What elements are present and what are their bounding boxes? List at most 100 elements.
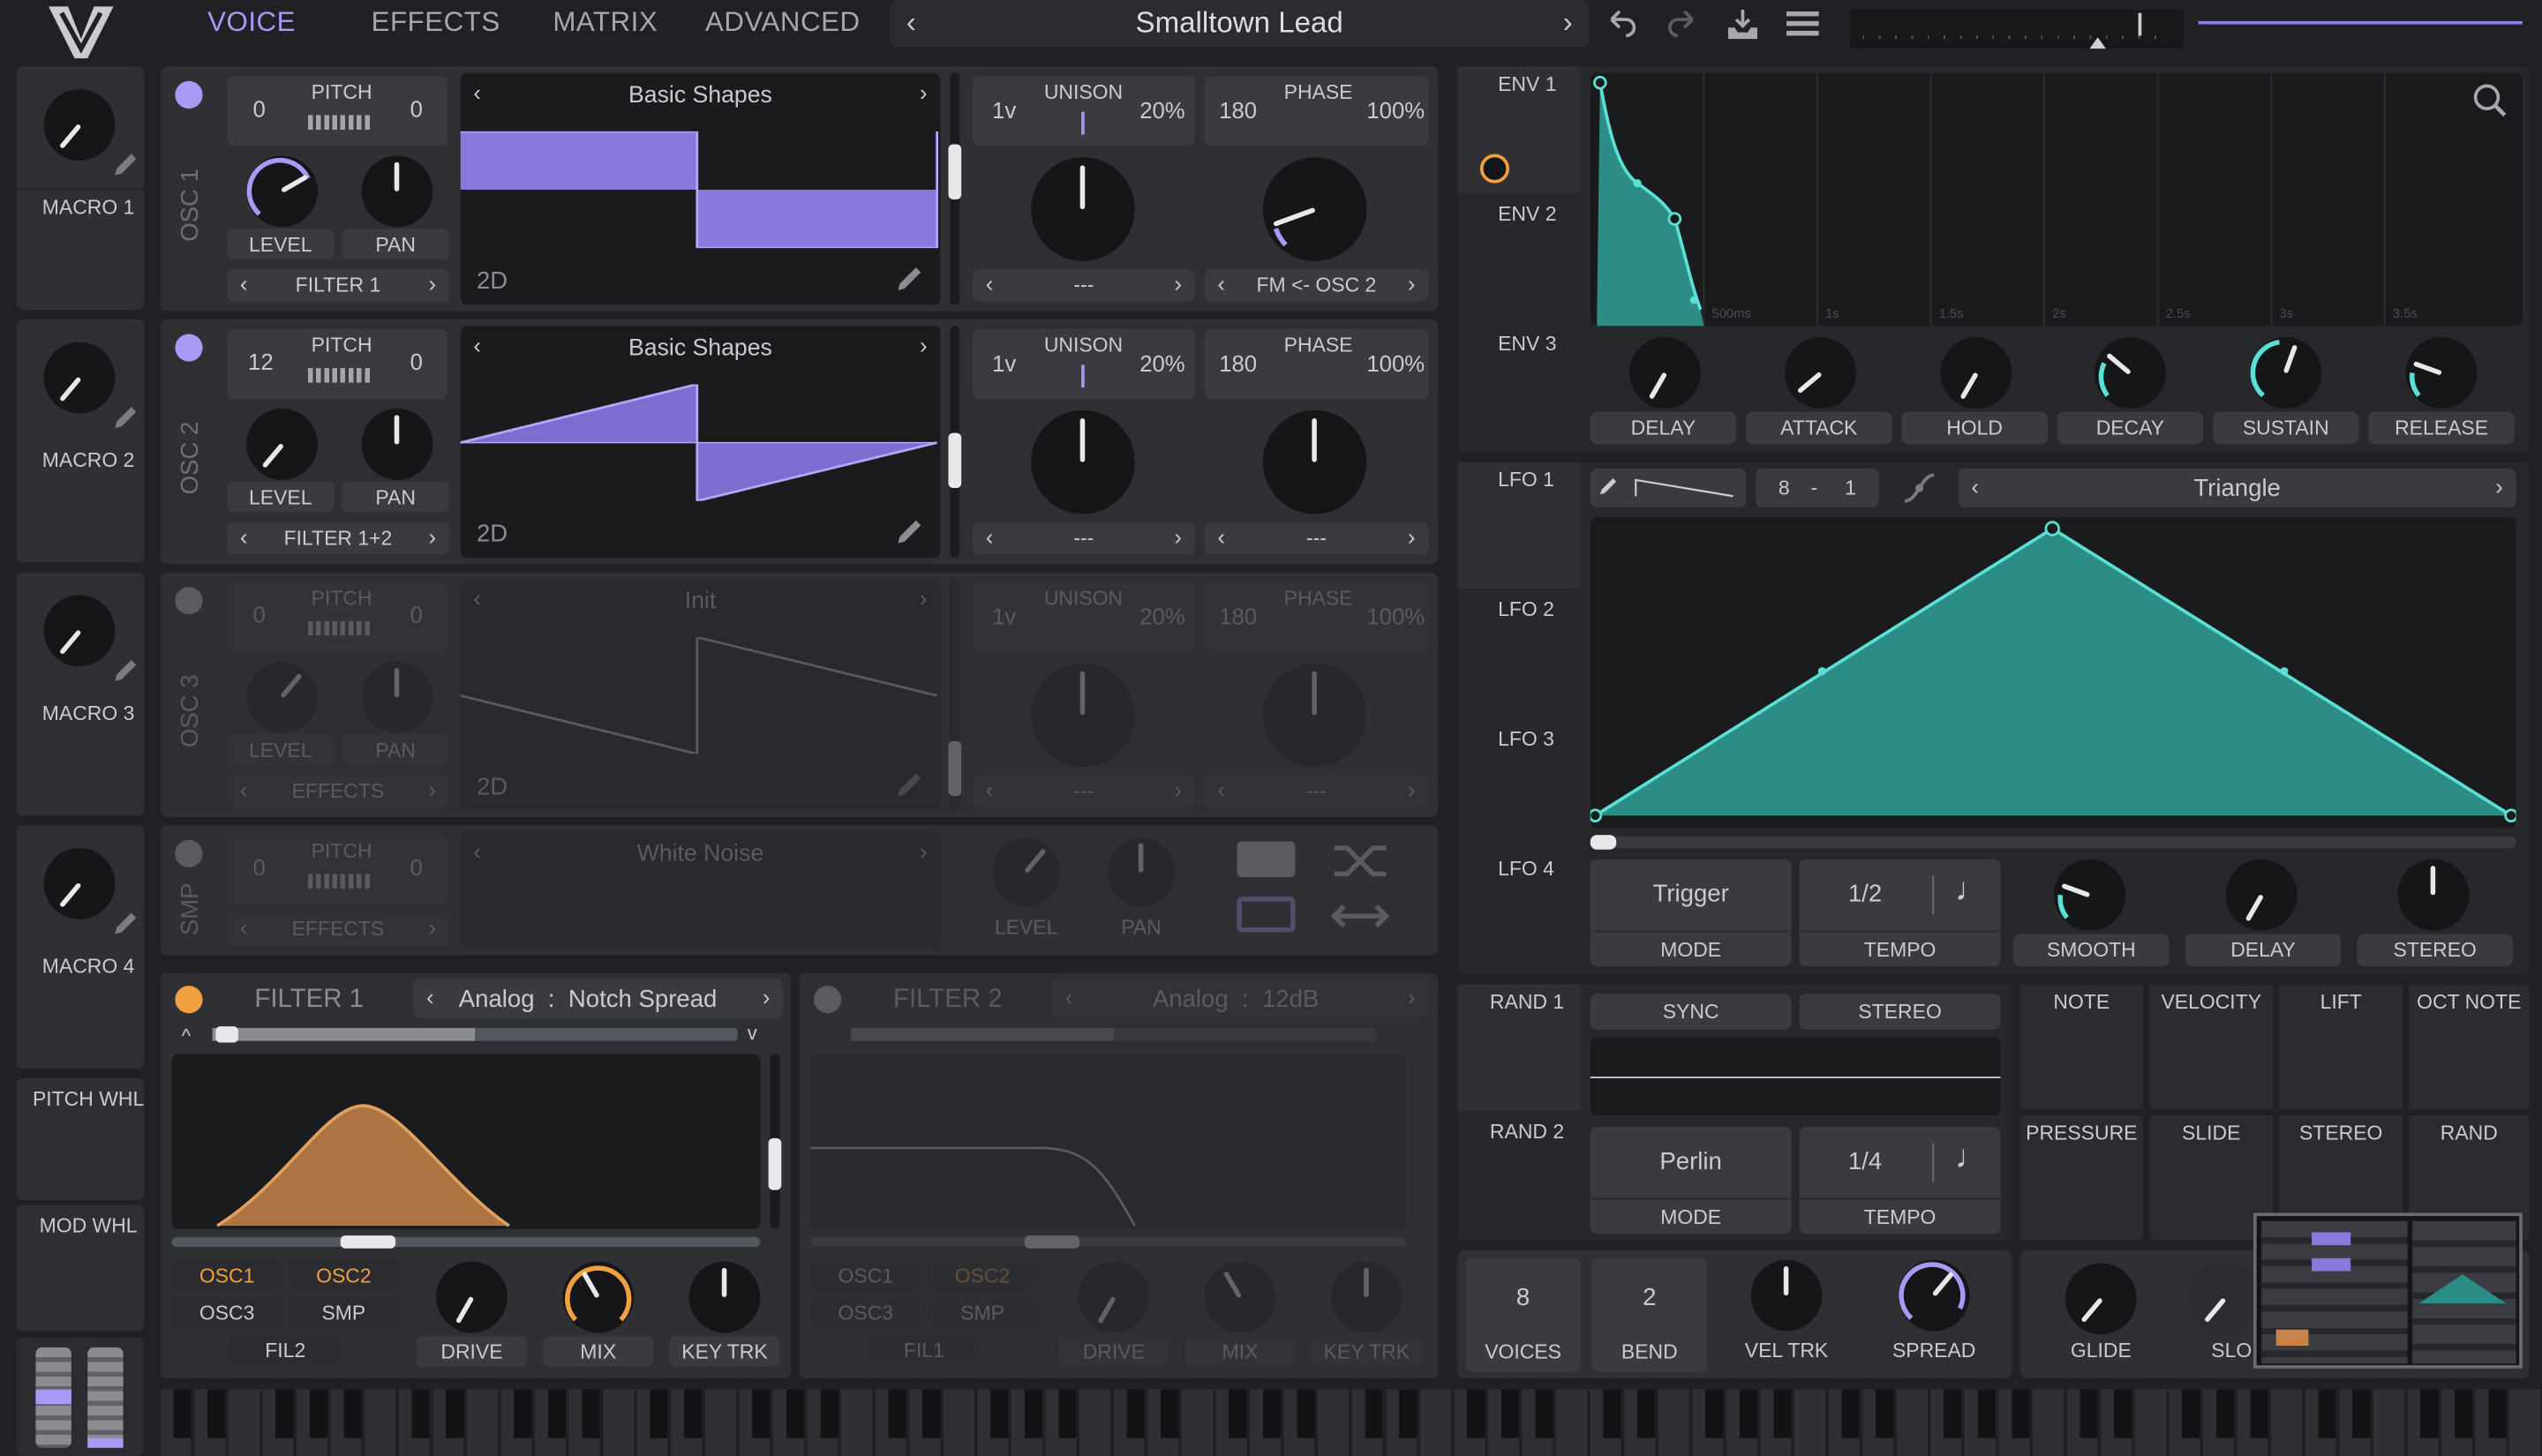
sample-pan-knob[interactable] [1107, 837, 1176, 907]
filter1-route-smp[interactable]: SMP [288, 1296, 399, 1328]
macro-4[interactable]: MACRO 4 [16, 825, 145, 1069]
search-icon[interactable] [2472, 83, 2508, 118]
osc1-pitch-box[interactable]: 0 PITCH 0 [227, 76, 447, 146]
filter1-drive-knob[interactable] [436, 1261, 508, 1333]
mod-source-velocity[interactable]: VELOCITY [2149, 984, 2274, 1109]
osc3-phase-random[interactable]: 100% [1366, 604, 1425, 629]
filter2-route-smp[interactable]: SMP [927, 1296, 1038, 1328]
filter2-keytrack-knob[interactable] [1330, 1261, 1403, 1333]
keytrack-icon[interactable] [1237, 841, 1296, 878]
osc2-unison-voices[interactable]: 1v [992, 350, 1016, 376]
lfo-mode-box[interactable]: Trigger MODE [1590, 859, 1792, 967]
filter2-enable-toggle[interactable] [814, 986, 842, 1014]
bend-value[interactable]: 2 [1592, 1284, 1707, 1311]
env-tab-3[interactable]: ENV 3 [1457, 329, 1581, 453]
lfo-tab-4[interactable]: LFO 4 [1457, 854, 1581, 974]
osc3-wavetable-name[interactable]: Init [461, 589, 941, 614]
env-graph[interactable]: 500ms 1s 1.5s 2s 2.5s 3s 3.5s [1590, 72, 2523, 326]
lfo-grid-y[interactable]: 1 [1845, 477, 1856, 499]
env-tab-1[interactable]: ENV 1 [1457, 66, 1581, 193]
osc3-destination[interactable]: ‹ EFFECTS › [227, 775, 449, 808]
edit-icon[interactable] [110, 657, 139, 686]
black-keys[interactable] [173, 1389, 2542, 1438]
rand-stereo-toggle[interactable]: STEREO [1799, 994, 2001, 1030]
filter2-route-osc3[interactable]: OSC3 [810, 1296, 921, 1328]
filter2-response-display[interactable] [810, 1054, 1406, 1229]
osc2-unison-sub[interactable]: ‹ --- › [973, 522, 1195, 555]
mod-wheel[interactable] [87, 1347, 124, 1448]
osc2-mode[interactable]: 2D [477, 521, 508, 548]
sample-name[interactable]: White Noise [461, 842, 941, 867]
shuffle-icon[interactable] [1331, 842, 1389, 881]
filter1-resonance-slider[interactable] [768, 1054, 782, 1229]
voices-value[interactable]: 8 [1465, 1284, 1580, 1311]
osc1-phase-box[interactable]: 180 PHASE 100% [1204, 76, 1429, 146]
osc1-unison-box[interactable]: 1v UNISON 20% [973, 76, 1195, 146]
filter1-mix-knob[interactable] [562, 1261, 635, 1333]
mod-drag-icon[interactable] [1479, 154, 1509, 184]
osc1-pitch-fine[interactable]: 0 [410, 95, 423, 121]
osc1-mode[interactable]: 2D [477, 267, 508, 295]
osc2-phase-sub[interactable]: ‹ --- › [1204, 522, 1429, 555]
filter2-type-selector[interactable]: ‹ Analog : 12dB › [1052, 979, 1429, 1018]
edit-icon[interactable] [110, 151, 139, 180]
sample-pitch-coarse[interactable]: 0 [253, 854, 266, 880]
rand-mode-box[interactable]: Perlin MODE [1590, 1126, 1792, 1235]
filter1-route-osc3[interactable]: OSC3 [171, 1296, 282, 1328]
preset-name[interactable]: Smalltown Lead [890, 6, 1589, 41]
macro-1-label[interactable]: MACRO 1 [16, 196, 160, 219]
osc1-destination[interactable]: ‹ FILTER 1 › [227, 269, 449, 302]
macro-3-knob[interactable] [43, 595, 116, 667]
tab-voice[interactable]: VOICE [207, 6, 296, 39]
pencil-icon[interactable] [895, 517, 924, 546]
env-sustain-knob[interactable] [2250, 337, 2322, 409]
lfo-delay-knob[interactable] [2225, 859, 2298, 931]
tab-effects[interactable]: EFFECTS [372, 6, 500, 39]
macro-3[interactable]: MACRO 3 [16, 572, 145, 816]
rand-tempo-value[interactable]: 1/4 [1848, 1148, 1882, 1175]
osc3-level-knob[interactable] [246, 661, 318, 733]
osc3-phase-value[interactable]: 180 [1219, 604, 1257, 629]
bend-box[interactable]: 2 BEND [1591, 1257, 1708, 1372]
osc2-phase-knob[interactable] [1262, 409, 1367, 514]
macro-3-label[interactable]: MACRO 3 [16, 702, 160, 725]
osc1-frame-slider[interactable] [948, 72, 962, 305]
mod-source-note[interactable]: NOTE [2019, 984, 2144, 1109]
osc3-unison-sub[interactable]: ‹ --- › [973, 775, 1195, 808]
osc2-phase-box[interactable]: 180 PHASE 100% [1204, 328, 1429, 400]
filter1-keytrack-knob[interactable] [688, 1261, 761, 1333]
tab-advanced[interactable]: ADVANCED [705, 6, 861, 39]
edit-icon[interactable] [110, 910, 139, 939]
osc3-phase-sub[interactable]: ‹ --- › [1204, 775, 1429, 808]
osc2-unison-detune[interactable]: 20% [1139, 350, 1185, 376]
lfo-tab-3[interactable]: LFO 3 [1457, 724, 1581, 848]
rand-sync-toggle[interactable]: SYNC [1590, 994, 1792, 1030]
osc1-wavetable[interactable]: ‹ Basic Shapes › 2D [460, 72, 941, 305]
tab-matrix[interactable]: MATRIX [553, 6, 658, 39]
bounce-icon[interactable] [1330, 903, 1390, 928]
edit-icon[interactable] [110, 404, 139, 433]
env-delay-knob[interactable] [1628, 337, 1701, 409]
slope-knob[interactable] [2188, 1263, 2260, 1335]
osc1-enable-toggle[interactable] [175, 80, 203, 109]
filter1-route-fil2[interactable]: FIL2 [229, 1334, 341, 1366]
preset-browser[interactable]: ‹ Smalltown Lead › [890, 0, 1589, 48]
osc3-unison-knob[interactable] [1031, 663, 1135, 768]
filter1-route-osc1[interactable]: OSC1 [171, 1259, 282, 1291]
osc1-wavetable-name[interactable]: Basic Shapes [461, 83, 941, 109]
env-tab-2[interactable]: ENV 2 [1457, 199, 1581, 323]
loop-icon[interactable] [1237, 897, 1296, 933]
macro-1[interactable]: MACRO 1 [16, 66, 145, 310]
lfo-tab-2[interactable]: LFO 2 [1457, 595, 1581, 718]
osc1-phase-random[interactable]: 100% [1366, 97, 1425, 123]
osc1-unison-detune[interactable]: 20% [1139, 97, 1185, 123]
osc3-pitch-box[interactable]: 0 PITCH 0 [227, 582, 447, 652]
rand-tempo-box[interactable]: 1/4 ♩ TEMPO [1799, 1126, 2001, 1235]
osc2-pitch-coarse[interactable]: 12 [248, 349, 274, 374]
osc1-level-knob[interactable] [246, 155, 318, 228]
sample-level-knob[interactable] [992, 837, 1061, 907]
filter2-route-osc1[interactable]: OSC1 [810, 1259, 921, 1291]
osc3-phase-box[interactable]: 180 PHASE 100% [1204, 582, 1429, 652]
sample-pitch-fine[interactable]: 0 [410, 854, 423, 880]
osc3-unison-detune[interactable]: 20% [1139, 604, 1185, 629]
